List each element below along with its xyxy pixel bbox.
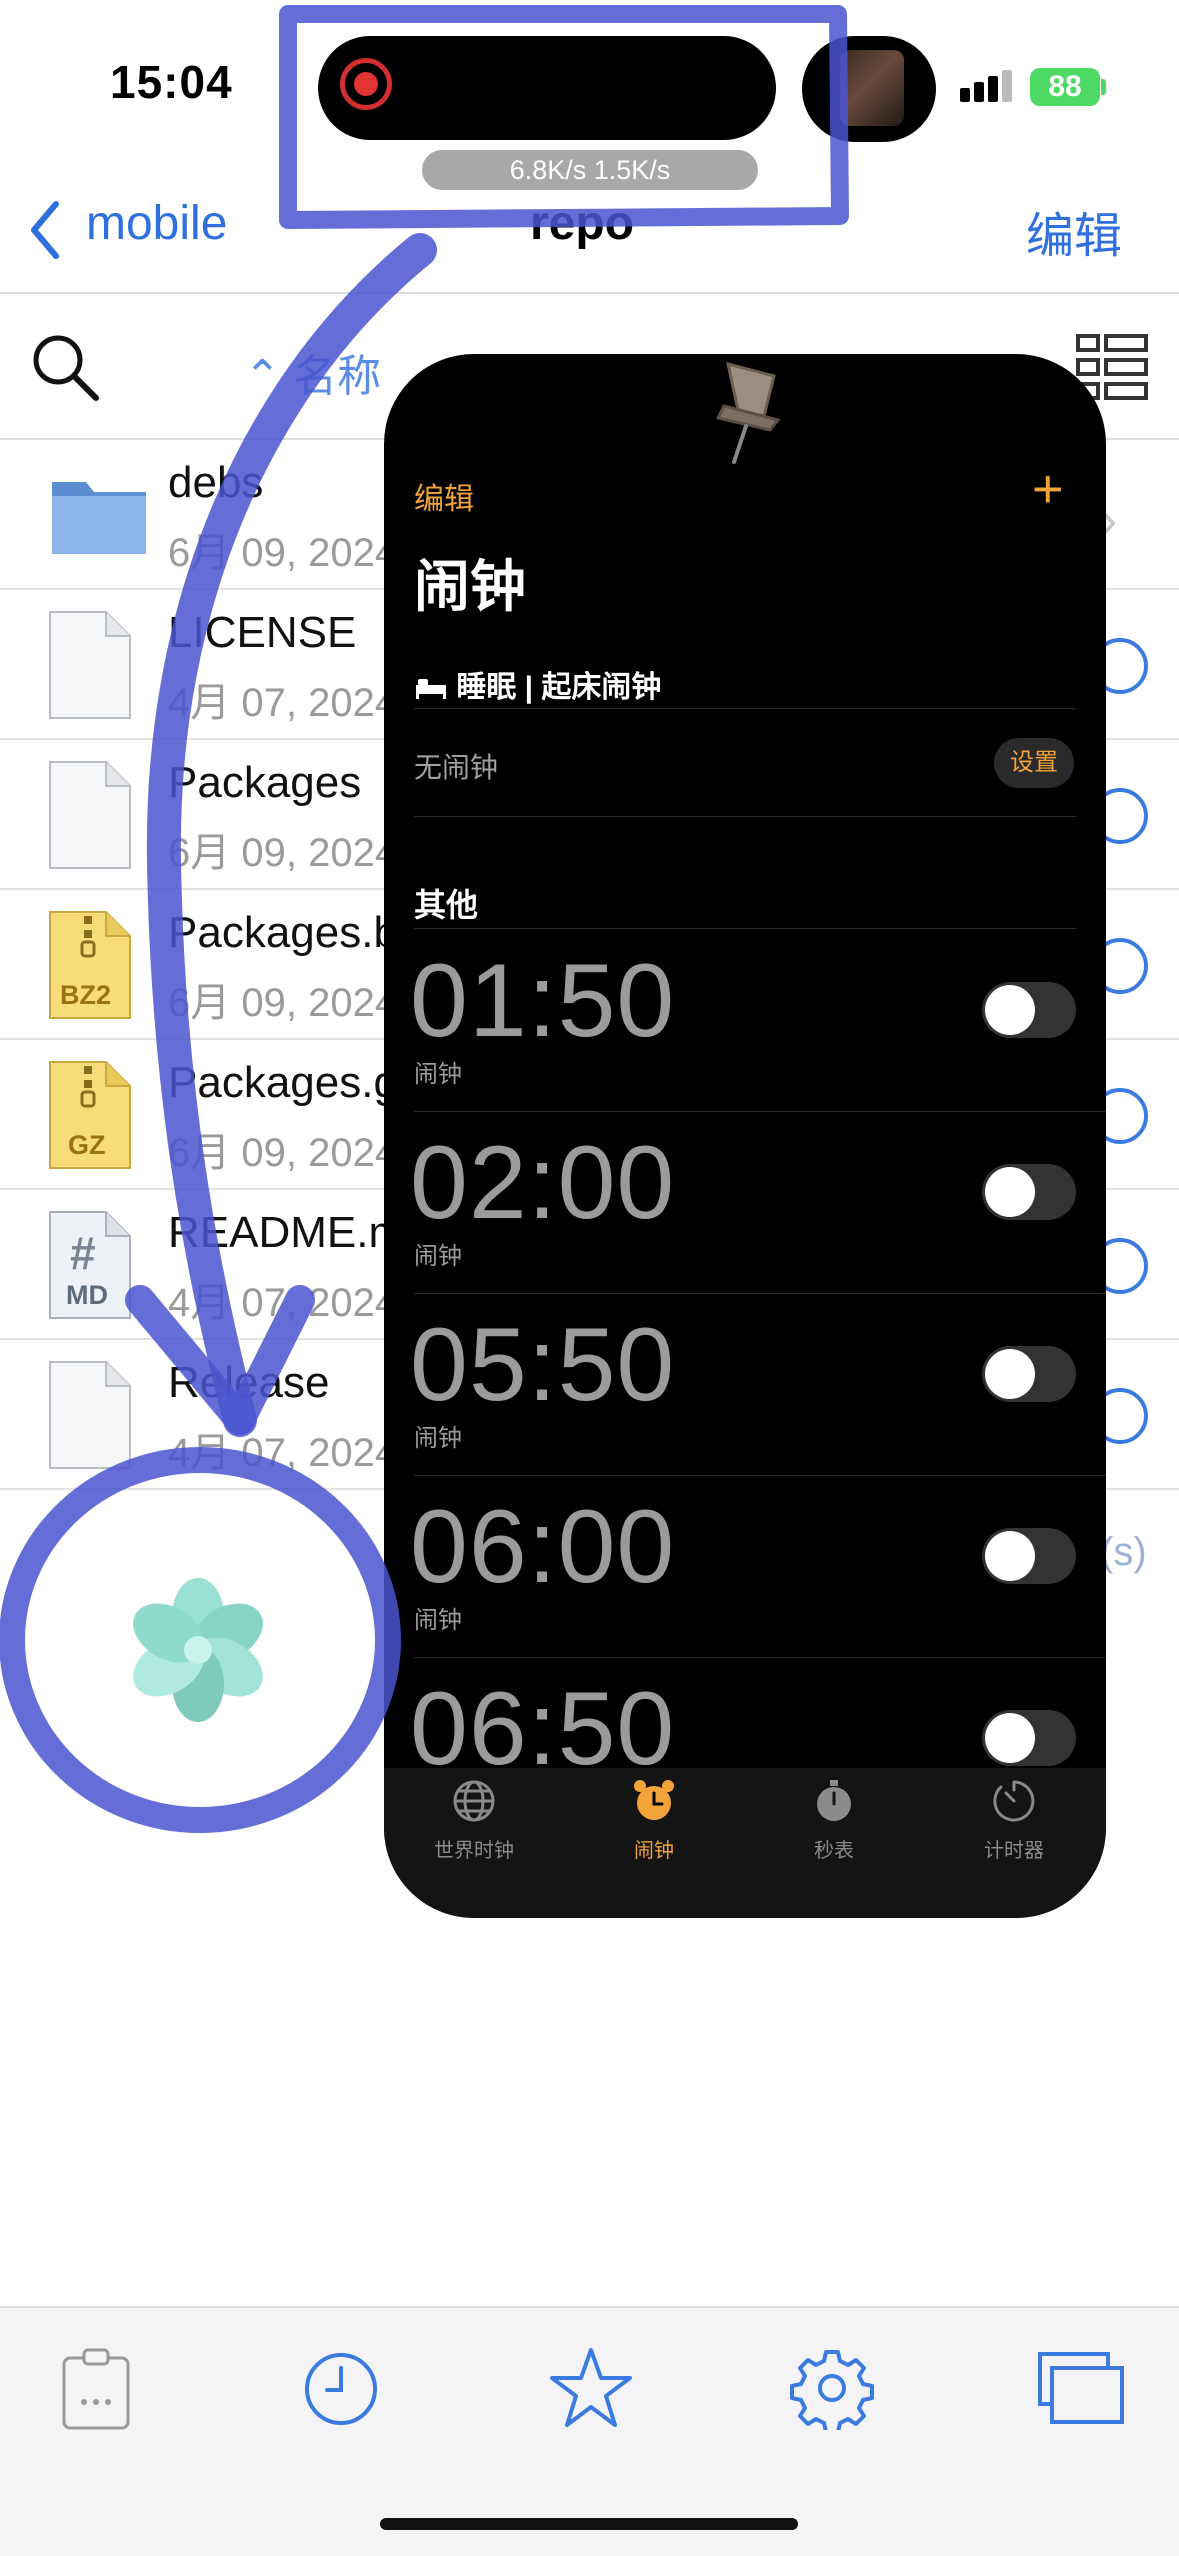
file-name: LICENSE [168, 608, 357, 657]
alarm-row[interactable]: 02:00 闹钟 [410, 1112, 1106, 1294]
tab-timer[interactable]: 计时器 [944, 1778, 1084, 1863]
alarm-clock-icon [584, 1778, 724, 1830]
file-count-text: (s) [1100, 1530, 1147, 1574]
toggle-knob [985, 985, 1035, 1035]
alarm-toggle[interactable] [982, 982, 1076, 1038]
search-icon[interactable] [30, 332, 102, 409]
alarm-label: 闹钟 [414, 1061, 462, 1088]
signal-bar-4 [1002, 70, 1012, 102]
windows-icon[interactable] [1036, 2350, 1126, 2431]
file-date: 4月 07, 2024 [168, 1281, 398, 1325]
network-speed: 6.8K/s 1.5K/s [422, 150, 758, 190]
sort-by-name[interactable]: ⌃ 名称 [244, 340, 381, 404]
file-badge: GZ [68, 1130, 106, 1160]
folder-icon [48, 460, 152, 569]
toggle-knob [985, 1713, 1035, 1763]
file-badge: MD [66, 1280, 108, 1310]
no-alarm-label: 无闹钟 [414, 752, 499, 783]
signal-bar-1 [960, 88, 970, 102]
edit-button[interactable]: 编辑 [1026, 196, 1122, 266]
alarm-label: 闹钟 [414, 1243, 462, 1270]
clock-icon[interactable] [302, 2350, 380, 2433]
tab-label: 闹钟 [634, 1840, 674, 1862]
timer-icon [944, 1778, 1084, 1830]
back-chevron-icon[interactable] [26, 198, 66, 267]
file-name: Packages [168, 758, 362, 807]
alarm-row[interactable]: 05:50 闹钟 [410, 1294, 1106, 1476]
alarm-toggle[interactable] [982, 1528, 1076, 1584]
sort-asc-icon: ⌃ [244, 352, 294, 401]
alarm-label: 闹钟 [414, 1425, 462, 1452]
clipboard-icon[interactable] [60, 2346, 132, 2437]
toggle-knob [985, 1531, 1035, 1581]
nav-divider [0, 292, 1179, 294]
flower-app-icon[interactable] [118, 1570, 278, 1735]
file-date: 4月 07, 2024 [168, 1431, 398, 1475]
alarm-time: 05:50 [410, 1307, 676, 1423]
file-date: 6月 09, 2024 [168, 981, 398, 1025]
battery-indicator: 88 [1030, 68, 1100, 106]
tab-stopwatch[interactable]: 秒表 [764, 1778, 904, 1863]
file-name: debs [168, 458, 264, 507]
back-button[interactable]: mobile [86, 196, 227, 251]
clock-app-window[interactable]: 编辑 + 闹钟 睡眠 | 起床闹钟 无闹钟 设置 其他 01:50 闹钟 02:… [384, 354, 1106, 1918]
divider [414, 816, 1076, 817]
signal-bar-2 [974, 82, 984, 102]
file-date: 4月 07, 2024 [168, 681, 398, 725]
sort-name-label: 名称 [293, 352, 382, 401]
signal-bar-3 [988, 76, 998, 102]
battery-tip [1101, 79, 1106, 95]
gear-icon[interactable] [790, 2346, 874, 2435]
page-title: repo [530, 197, 635, 250]
file-date: 6月 09, 2024 [168, 531, 398, 575]
stopwatch-icon [764, 1778, 904, 1830]
file-date: 6月 09, 2024 [168, 1131, 398, 1175]
add-alarm-button[interactable]: + [1032, 458, 1064, 520]
clock-edit-button[interactable]: 编辑 [414, 474, 474, 518]
hash-symbol: # [70, 1227, 96, 1279]
tab-alarm[interactable]: 闹钟 [584, 1778, 724, 1863]
toggle-knob [985, 1167, 1035, 1217]
status-time: 15:04 [110, 56, 233, 108]
alarm-label: 闹钟 [414, 1607, 462, 1634]
alarm-toggle[interactable] [982, 1164, 1076, 1220]
alarm-time: 06:00 [410, 1489, 676, 1605]
alarm-toggle[interactable] [982, 1710, 1076, 1766]
pin-icon [710, 356, 790, 471]
recording-dot-icon [354, 72, 378, 96]
globe-icon [404, 1778, 544, 1830]
alarm-toggle[interactable] [982, 1346, 1076, 1402]
sleep-section-header: 睡眠 | 起床闹钟 [414, 662, 661, 706]
sleep-header-label: 睡眠 | 起床闹钟 [456, 671, 662, 704]
star-icon[interactable] [548, 2346, 634, 2435]
set-sleep-button[interactable]: 设置 [994, 738, 1074, 788]
home-indicator [380, 2518, 798, 2530]
document-icon [48, 1360, 132, 1475]
alarm-time: 01:50 [410, 943, 676, 1059]
tab-label: 计时器 [984, 1840, 1044, 1862]
document-icon [48, 760, 132, 875]
tab-world-clock[interactable]: 世界时钟 [404, 1778, 544, 1863]
file-badge: BZ2 [60, 980, 112, 1010]
tab-label: 秒表 [814, 1840, 854, 1862]
clock-title: 闹钟 [414, 555, 526, 618]
alarm-time: 02:00 [410, 1125, 676, 1241]
other-section-header: 其他 [414, 887, 479, 923]
alarm-row[interactable]: 06:00 闹钟 [410, 1476, 1106, 1658]
divider [414, 708, 1076, 709]
album-art [840, 50, 904, 126]
file-name: Packages.gz [168, 1058, 420, 1107]
file-name: Release [168, 1358, 330, 1407]
alarm-row[interactable]: 01:50 闹钟 [410, 930, 1106, 1112]
toggle-knob [985, 1349, 1035, 1399]
clock-tab-bar: 世界时钟 闹钟 秒表 计时器 [384, 1768, 1106, 1918]
bed-icon [414, 671, 456, 704]
document-icon [48, 610, 132, 725]
tab-label: 世界时钟 [434, 1840, 514, 1862]
divider [414, 928, 1076, 929]
file-date: 6月 09, 2024 [168, 831, 398, 875]
